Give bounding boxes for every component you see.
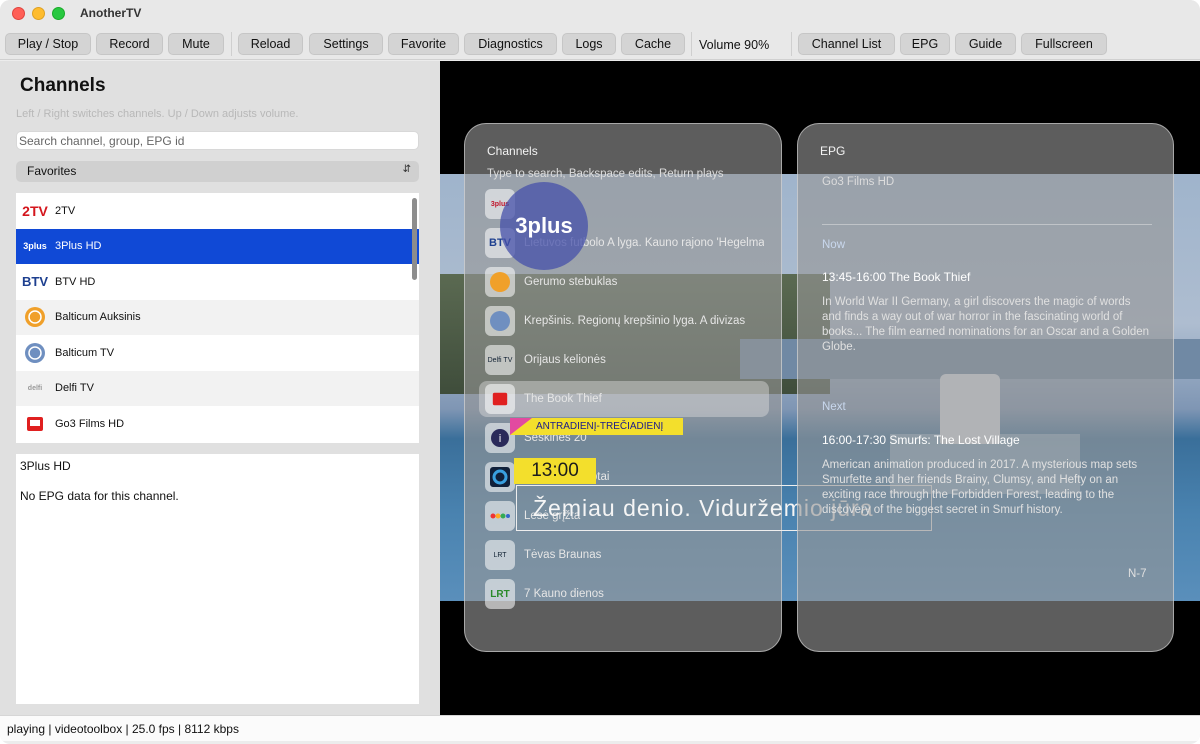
broadcast-days-banner: ANTRADIENĮ-TREČIADIENĮ xyxy=(510,418,683,435)
overlay-programme: Gerumo stebuklas xyxy=(524,276,618,288)
next-programme-title: 16:00-17:30 Smurfs: The Lost Village xyxy=(822,433,1020,447)
now-programme-description: In World War II Germany, a girl discover… xyxy=(822,296,1150,353)
channel-name: BTV HD xyxy=(55,275,96,288)
peacock-icon xyxy=(485,501,515,531)
minimize-window-button[interactable] xyxy=(32,7,45,20)
channel-name: Delfi TV xyxy=(55,382,94,395)
sidebar-hint: Left / Right switches channels. Up / Dow… xyxy=(16,108,299,120)
reload-button[interactable]: Reload xyxy=(238,33,303,55)
broadcast-time: 13:00 xyxy=(514,458,596,484)
list-item[interactable]: Balticum Auksinis xyxy=(16,299,419,335)
list-item[interactable]: BTV BTV HD xyxy=(16,264,419,300)
mute-button[interactable]: Mute xyxy=(168,33,224,55)
toolbar-divider xyxy=(791,32,792,56)
zoom-window-button[interactable] xyxy=(52,7,65,20)
overlay-epg-channel: Go3 Films HD xyxy=(822,176,895,188)
channel-name: Balticum TV xyxy=(55,346,115,359)
channel-name: Balticum Auksinis xyxy=(55,311,141,324)
next-programme-description: American animation produced in 2017. A m… xyxy=(822,459,1138,516)
channel-list-button[interactable]: Channel List xyxy=(798,33,895,55)
play-stop-button[interactable]: Play / Stop xyxy=(5,33,91,55)
toolbar-divider xyxy=(691,32,692,56)
list-item[interactable]: 3plus 3Plus HD xyxy=(16,228,419,264)
list-scrollbar[interactable] xyxy=(412,198,417,280)
channel-logo: 3plus xyxy=(23,241,47,252)
overlay-channel-item[interactable]: Gerumo stebuklas xyxy=(485,264,769,300)
record-button[interactable]: Record xyxy=(96,33,163,55)
balticum-gold-icon xyxy=(485,267,515,297)
app-window: AnotherTV Play / Stop Record Mute Reload… xyxy=(0,0,1200,744)
now-programme-title: 13:45-16:00 The Book Thief xyxy=(822,270,971,284)
status-bar: playing | videotoolbox | 25.0 fps | 8112… xyxy=(0,715,1200,741)
list-item[interactable]: Balticum TV xyxy=(16,335,419,371)
window-title: AnotherTV xyxy=(80,6,142,20)
channel-name: 3Plus HD xyxy=(55,240,102,253)
overlay-channels-title: Channels xyxy=(487,144,538,158)
go3-films-icon xyxy=(20,413,50,435)
next-label: Next xyxy=(822,401,846,413)
divider xyxy=(822,224,1152,225)
channel-logo: 2TV xyxy=(22,202,48,219)
balticum-icon xyxy=(485,306,515,336)
channel-logo: Delfi TV xyxy=(485,345,515,375)
overlay-channels-hint: Type to search, Backspace edits, Return … xyxy=(487,168,724,180)
logs-button[interactable]: Logs xyxy=(562,33,616,55)
cache-button[interactable]: Cache xyxy=(621,33,685,55)
channel-logo: delfi xyxy=(27,384,43,392)
overlay-programme: The Book Thief xyxy=(524,393,602,405)
video-player[interactable]: Channels Type to search, Backspace edits… xyxy=(440,61,1200,715)
toolbar: Play / Stop Record Mute Reload Settings … xyxy=(0,28,1200,60)
svg-text:i: i xyxy=(498,432,501,445)
channel-logo: BTV xyxy=(22,274,48,290)
overlay-channel-item[interactable]: Delfi TV Orijaus kelionės xyxy=(485,342,769,378)
overlay-epg-title: EPG xyxy=(820,144,846,158)
balticum-gold-icon xyxy=(20,306,50,328)
overlay-programme: Krepšinis. Regionų krepšinio lyga. A div… xyxy=(524,315,746,327)
channel-search-input[interactable] xyxy=(16,131,419,150)
channel-list[interactable]: 2TV 2TV 3plus 3Plus HD BTV BTV HD Baltic… xyxy=(16,193,419,443)
overlay-channel-item-selected[interactable]: The Book Thief xyxy=(479,381,769,417)
close-window-button[interactable] xyxy=(12,7,25,20)
volume-label: Volume 90% xyxy=(699,38,770,52)
banner-accent xyxy=(510,418,532,435)
epg-info-panel: 3Plus HD No EPG data for this channel. xyxy=(16,454,419,704)
sidebar-title: Channels xyxy=(20,75,106,96)
channel-sidebar: Channels Left / Right switches channels.… xyxy=(0,61,440,715)
group-select[interactable]: Favorites ⇵ xyxy=(16,161,419,182)
circle-icon xyxy=(485,462,515,492)
epg-message: No EPG data for this channel. xyxy=(20,489,179,503)
now-label: Now xyxy=(822,239,846,251)
chevron-updown-icon: ⇵ xyxy=(402,164,411,175)
overlay-programme: Orijaus kelionės xyxy=(524,354,606,366)
guide-button[interactable]: Guide xyxy=(955,33,1016,55)
favorite-button[interactable]: Favorite xyxy=(388,33,459,55)
overlay-programme: Tėvas Braunas xyxy=(524,549,602,561)
channel-logo-bubble: 3plus xyxy=(500,182,588,270)
settings-button[interactable]: Settings xyxy=(309,33,383,55)
channel-logo: LRT xyxy=(485,540,515,570)
channel-name: 2TV xyxy=(55,204,76,217)
list-item[interactable]: Go3 Films HD xyxy=(16,406,419,442)
channel-name: Go3 Films HD xyxy=(55,417,125,430)
go3-films-icon xyxy=(485,384,515,414)
fullscreen-button[interactable]: Fullscreen xyxy=(1021,33,1107,55)
age-rating: N-7 xyxy=(1128,568,1147,580)
balticum-icon xyxy=(20,342,50,364)
channel-logo: LRT xyxy=(485,579,515,609)
epg-button[interactable]: EPG xyxy=(900,33,950,55)
overlay-channel-item[interactable]: Krepšinis. Regionų krepšinio lyga. A div… xyxy=(485,303,769,339)
list-item[interactable]: delfi Delfi TV xyxy=(16,370,419,406)
diagnostics-button[interactable]: Diagnostics xyxy=(464,33,557,55)
title-bar: AnotherTV xyxy=(0,0,1200,28)
overlay-channel-item[interactable]: LRT Tėvas Braunas xyxy=(485,537,769,573)
list-item[interactable]: 2TV 2TV xyxy=(16,193,419,229)
broadcast-days-text: ANTRADIENĮ-TREČIADIENĮ xyxy=(536,421,664,432)
epg-overlay-panel[interactable]: EPG Go3 Films HD Now 13:45-16:00 The Boo… xyxy=(797,123,1174,652)
group-select-value: Favorites xyxy=(27,164,77,178)
epg-channel-name: 3Plus HD xyxy=(20,459,71,473)
overlay-programme: 7 Kauno dienos xyxy=(524,588,604,600)
overlay-channel-item[interactable]: LRT 7 Kauno dienos xyxy=(485,576,769,612)
toolbar-divider xyxy=(231,32,232,56)
